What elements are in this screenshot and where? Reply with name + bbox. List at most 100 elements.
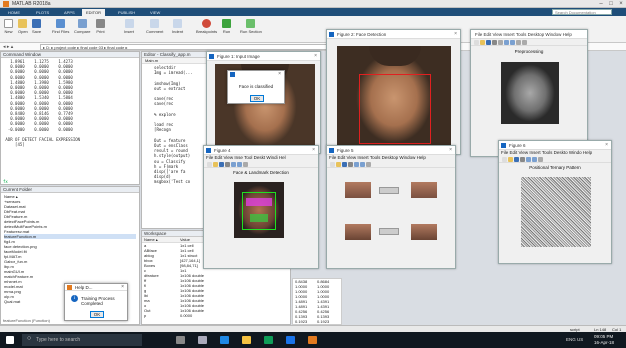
- zoom-in-icon[interactable]: [525, 157, 531, 162]
- rotate-icon[interactable]: [521, 40, 527, 45]
- figure-6-toolbar: [499, 156, 611, 163]
- zoom-in-icon[interactable]: [503, 40, 509, 45]
- new-figure-icon[interactable]: [501, 157, 507, 162]
- figure-5-window[interactable]: Figure 5 × File Edit View Insert Tools De…: [326, 145, 456, 269]
- mouth-patch: [345, 224, 371, 240]
- run-section-button[interactable]: Run Section: [240, 19, 262, 34]
- workspace-row[interactable]: p 0.0000: [144, 313, 290, 318]
- print-button[interactable]: Print: [96, 19, 105, 34]
- matlab-taskbar-icon[interactable]: [308, 336, 317, 344]
- pan-icon[interactable]: [365, 162, 371, 167]
- open-icon[interactable]: [479, 40, 485, 45]
- close-button[interactable]: ×: [616, 0, 626, 8]
- command-window-output: 1.8961 1.1275 1.4273 0.0000 0.0000 0.000…: [1, 58, 139, 148]
- open-button[interactable]: Open: [18, 19, 28, 34]
- pan-icon[interactable]: [515, 40, 521, 45]
- save-icon[interactable]: [513, 157, 519, 162]
- save-icon[interactable]: [218, 162, 224, 167]
- close-icon[interactable]: ×: [314, 52, 317, 61]
- tab-publish[interactable]: PUBLISH: [114, 9, 139, 16]
- find-files-button[interactable]: Find Files: [52, 19, 69, 34]
- windows-taskbar: Type here to search ○ ENG US 09:05 PM 16…: [0, 332, 626, 348]
- maximize-button[interactable]: □: [606, 0, 616, 8]
- pan-icon[interactable]: [537, 157, 543, 162]
- face-classified-dialog: × Face is classified OK: [227, 70, 285, 104]
- zoom-out-icon[interactable]: [236, 162, 242, 167]
- current-folder-path[interactable]: ▸ D: ▸ project code ▸ final code 03 ▸ fi…: [40, 44, 370, 50]
- figure-icon: [329, 32, 334, 37]
- task-view-icon[interactable]: [198, 336, 207, 344]
- info-icon: i: [71, 295, 78, 302]
- print-icon[interactable]: [347, 162, 353, 167]
- store-icon[interactable]: [264, 336, 273, 344]
- run-button[interactable]: Run: [222, 19, 231, 34]
- zoom-out-icon[interactable]: [531, 157, 537, 162]
- print-icon[interactable]: [224, 162, 230, 167]
- minimize-button[interactable]: –: [596, 0, 606, 8]
- face-bounding-box: [359, 74, 431, 144]
- tab-plots[interactable]: PLOTS: [32, 9, 53, 16]
- save-icon[interactable]: [485, 40, 491, 45]
- new-figure-icon[interactable]: [206, 162, 212, 167]
- pointer-icon[interactable]: [497, 40, 503, 45]
- clock-date[interactable]: 16-Apr-18: [594, 340, 614, 345]
- figure-6-window[interactable]: Figure 6 × File Edit View Insert Tools De…: [498, 140, 612, 264]
- matlab-icon: [230, 72, 235, 77]
- clock-time[interactable]: 09:05 PM: [594, 334, 613, 339]
- command-prompt[interactable]: fx: [3, 179, 8, 184]
- ok-button[interactable]: OK: [90, 311, 104, 318]
- open-icon[interactable]: [507, 157, 513, 162]
- zoom-out-icon[interactable]: [509, 40, 515, 45]
- tab-view[interactable]: VIEW: [146, 9, 164, 16]
- figure-icon: [206, 148, 211, 153]
- figure-3-title[interactable]: File Edit View Insert Tools Desktop Wind…: [475, 32, 572, 37]
- indent-button[interactable]: Indent: [172, 19, 183, 34]
- nav-arrows-icon[interactable]: ◂ ▸ ▴: [3, 44, 13, 50]
- open-icon[interactable]: [212, 162, 218, 167]
- comment-button[interactable]: Comment: [146, 19, 163, 34]
- open-icon[interactable]: [335, 162, 341, 167]
- taskbar-search-input[interactable]: Type here to search: [22, 334, 142, 346]
- zoom-in-icon[interactable]: [353, 162, 359, 167]
- print-icon[interactable]: [519, 157, 525, 162]
- breakpoints-button[interactable]: Breakpoints: [196, 19, 217, 34]
- insert-icon: [124, 19, 134, 28]
- insert-button[interactable]: Insert: [124, 19, 134, 34]
- ok-button[interactable]: OK: [250, 95, 264, 102]
- new-figure-icon[interactable]: [329, 162, 335, 167]
- windows-start-icon[interactable]: [6, 336, 14, 344]
- figure-1-window[interactable]: Figure 1: Input Image × × Face is classif…: [206, 51, 321, 154]
- save-icon[interactable]: [341, 162, 347, 167]
- app-title-bar: MATLAB R2018a – □ ×: [0, 0, 626, 8]
- close-icon[interactable]: ×: [449, 146, 452, 155]
- zoom-in-icon[interactable]: [230, 162, 236, 167]
- file-explorer-icon[interactable]: [242, 336, 251, 344]
- close-icon[interactable]: ×: [312, 146, 315, 155]
- figure-icon: [209, 54, 214, 59]
- close-icon[interactable]: ×: [278, 71, 281, 77]
- tab-home[interactable]: HOME: [4, 9, 24, 16]
- close-icon[interactable]: ×: [605, 141, 608, 150]
- print-icon[interactable]: [491, 40, 497, 45]
- variable-value: 0.0000: [180, 313, 193, 318]
- figure-2-window[interactable]: Figure 2: Face Detection ×: [326, 29, 461, 155]
- figure-4-window[interactable]: Figure 4 × File Edit View Inse Tool Deskt…: [203, 145, 319, 269]
- pan-icon[interactable]: [242, 162, 248, 167]
- close-icon[interactable]: ×: [121, 284, 124, 290]
- cortana-icon[interactable]: [176, 336, 185, 344]
- figure-1-title: Figure 1: Input Image: [217, 54, 260, 59]
- tab-apps[interactable]: APPS: [60, 9, 79, 16]
- new-button[interactable]: New: [4, 19, 13, 34]
- save-button[interactable]: Save: [32, 19, 41, 34]
- edge-browser-icon[interactable]: [220, 336, 229, 344]
- language-indicator[interactable]: ENG US: [566, 337, 583, 342]
- compare-button[interactable]: Compare: [74, 19, 90, 34]
- zoom-out-icon[interactable]: [359, 162, 365, 167]
- figure-3-window[interactable]: File Edit View Insert Tools Desktop Wind…: [470, 29, 588, 157]
- close-icon[interactable]: ×: [454, 30, 457, 39]
- comment-icon: [150, 19, 160, 28]
- tab-editor[interactable]: EDITOR: [82, 9, 106, 16]
- search-documentation-input[interactable]: Search Documentation: [552, 9, 612, 15]
- new-figure-icon[interactable]: [473, 40, 479, 45]
- mail-icon[interactable]: [286, 336, 295, 344]
